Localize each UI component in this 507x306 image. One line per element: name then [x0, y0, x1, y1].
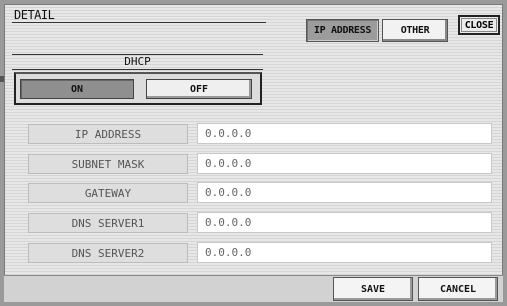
subnet-mask-label[interactable]: SUBNET MASK	[28, 154, 188, 174]
dhcp-off-button[interactable]: OFF	[146, 79, 252, 99]
dhcp-section-title: DHCP	[124, 55, 151, 68]
tab-other[interactable]: OTHER	[382, 19, 448, 42]
dns-server1-field[interactable]: 0.0.0.0	[197, 212, 492, 233]
dhcp-on-button[interactable]: ON	[20, 79, 134, 99]
gateway-field[interactable]: 0.0.0.0	[197, 182, 492, 203]
dhcp-divider-bottom	[12, 69, 263, 70]
close-button[interactable]: CLOSE	[458, 15, 500, 35]
dns-server2-label[interactable]: DNS SERVER2	[28, 243, 188, 263]
dns-server1-label[interactable]: DNS SERVER1	[28, 213, 188, 233]
ip-address-field[interactable]: 0.0.0.0	[197, 123, 492, 144]
ip-address-label[interactable]: IP ADDRESS	[28, 124, 188, 144]
dns-server2-field[interactable]: 0.0.0.0	[197, 242, 492, 263]
gateway-label[interactable]: GATEWAY	[28, 183, 188, 203]
save-button[interactable]: SAVE	[333, 277, 413, 301]
tab-ip-address[interactable]: IP ADDRESS	[306, 19, 379, 42]
panel-edge-marker	[0, 76, 4, 82]
title-divider	[12, 22, 266, 23]
panel-title: DETAIL	[14, 8, 55, 22]
subnet-mask-field[interactable]: 0.0.0.0	[197, 153, 492, 174]
cancel-button[interactable]: CANCEL	[418, 277, 498, 301]
